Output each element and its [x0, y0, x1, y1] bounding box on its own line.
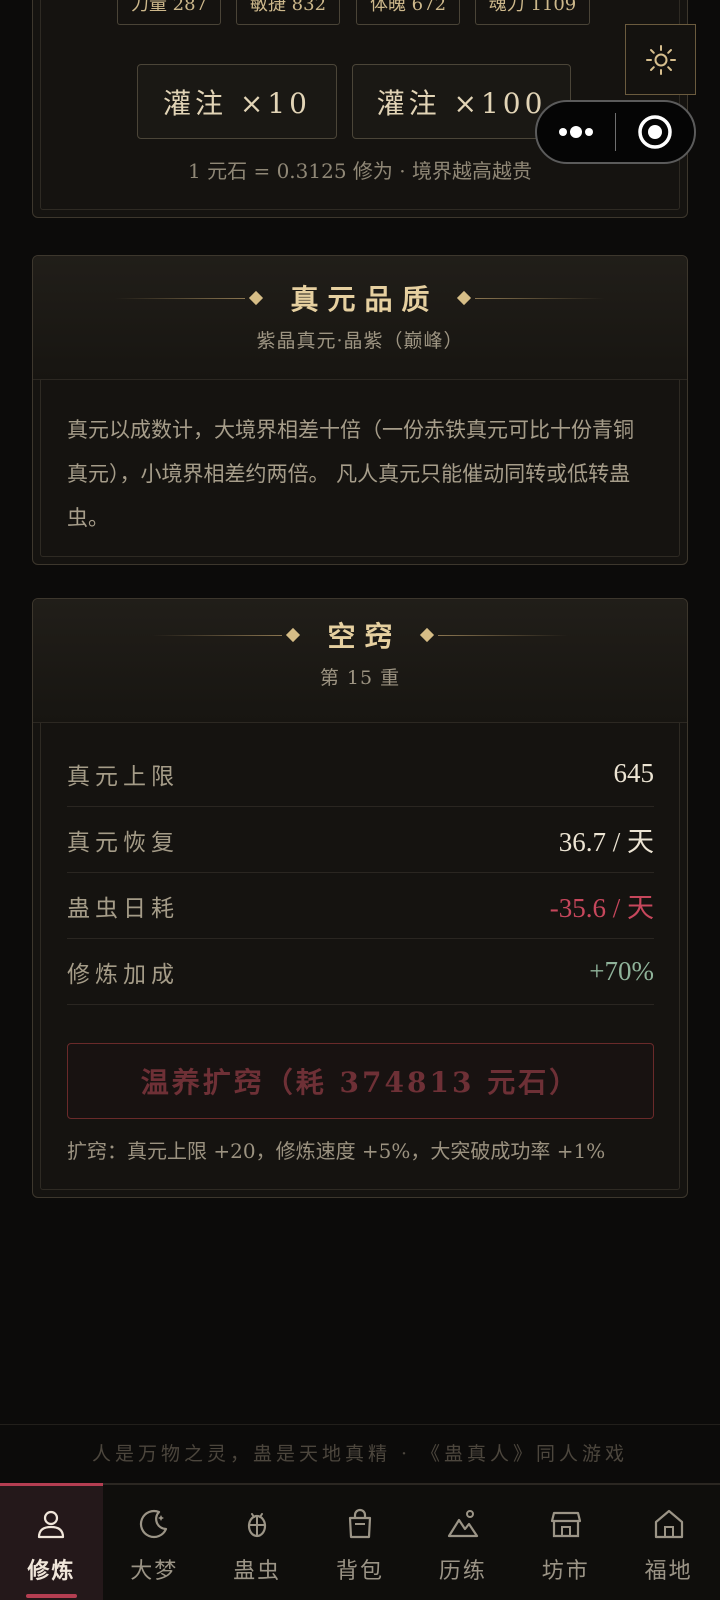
stat-row-gu-daily-cost: 蛊虫日耗 -35.6 / 天: [67, 873, 654, 939]
tab-label: 大梦: [130, 1559, 179, 1584]
pour-10-button[interactable]: 灌注 ×10: [137, 64, 337, 139]
tab-market[interactable]: 坊市: [514, 1485, 617, 1600]
mountain-icon: [447, 1510, 478, 1538]
diamond-icon: [419, 627, 434, 643]
tab-label: 蛊虫: [233, 1559, 282, 1584]
tab-training[interactable]: 历练: [411, 1485, 514, 1600]
card-header: 真元品质 紫晶真元·晶紫（巅峰）: [33, 256, 687, 380]
target-close-icon: [638, 115, 672, 149]
tab-label: 历练: [438, 1559, 487, 1584]
stat-value: -35.6 / 天: [549, 893, 654, 923]
diamond-icon: [249, 290, 264, 306]
tab-gu[interactable]: 蛊虫: [206, 1485, 309, 1600]
stat-value: +70%: [589, 956, 654, 986]
shop-icon: [550, 1511, 581, 1538]
expand-aperture-button[interactable]: 温养扩窍（耗 374813 元石）: [67, 1043, 654, 1119]
card-subtitle: 第 15 重: [319, 667, 401, 689]
card-title: 真元品质: [290, 283, 439, 316]
stat-row-max-zhenyuan: 真元上限 645: [67, 741, 654, 807]
ornament-line: [474, 297, 605, 299]
stat-row-recovery: 真元恢复 36.7 / 天: [67, 807, 654, 873]
stat-value: 36.7 / 天: [558, 827, 654, 857]
card-subtitle: 紫晶真元·晶紫（巅峰）: [256, 330, 464, 352]
person-icon: [38, 1510, 65, 1539]
card-title: 空窍: [327, 620, 402, 653]
tab-label: 坊市: [541, 1559, 590, 1584]
stat-soul: 魂力 1109: [475, 0, 590, 25]
stat-label: 蛊虫日耗: [67, 895, 179, 922]
moon-icon: [140, 1509, 168, 1539]
ornament-line: [152, 634, 283, 636]
diamond-icon: [286, 627, 301, 643]
aperture-card: 空窍 第 15 重 真元上限 645 真元恢复 36.7 / 天 蛊虫日耗 -3…: [32, 598, 688, 1198]
ornament-line: [437, 634, 568, 636]
bottom-tab-bar: 修炼 大梦 蛊虫 背包 历练 坊市 福地: [0, 1483, 720, 1600]
stat-label: 真元上限: [67, 763, 179, 790]
stat-label: 修炼加成: [67, 961, 179, 988]
more-icon: [559, 126, 593, 138]
title-row: 真元品质: [33, 278, 687, 318]
tab-label: 福地: [644, 1559, 693, 1584]
tab-blessed-land[interactable]: 福地: [617, 1485, 720, 1600]
home-icon: [654, 1509, 683, 1539]
sun-settings-icon: [645, 44, 676, 75]
stat-strength: 力量 287: [117, 0, 221, 25]
stat-label: 真元恢复: [67, 829, 179, 856]
expand-aperture-note: 扩窍：真元上限 +20，修炼速度 +5%，大突破成功率 +1%: [67, 1139, 606, 1163]
settings-button[interactable]: [625, 24, 696, 95]
title-row: 空窍: [33, 615, 687, 655]
mini-program-capsule: [535, 100, 696, 164]
stat-value: 645: [613, 758, 655, 788]
card-header: 空窍 第 15 重: [33, 599, 687, 723]
zhenyuan-quality-card: 真元品质 紫晶真元·晶紫（巅峰） 真元以成数计，大境界相差十倍（一份赤铁真元可比…: [32, 255, 688, 565]
stat-row-cultivation-bonus: 修炼加成 +70%: [67, 939, 654, 1005]
capsule-close-button[interactable]: [616, 102, 694, 162]
capsule-more-button[interactable]: [537, 102, 615, 162]
tab-label: 背包: [336, 1559, 385, 1584]
tab-label: 修炼: [27, 1558, 76, 1584]
diamond-icon: [456, 290, 471, 306]
tab-backpack[interactable]: 背包: [309, 1485, 412, 1600]
stat-agility: 敏捷 832: [236, 0, 340, 25]
bug-icon: [248, 1513, 267, 1538]
footer-slogan: 人是万物之灵，蛊是天地真精 · 《蛊真人》同人游戏: [0, 1424, 720, 1484]
tab-dream[interactable]: 大梦: [103, 1485, 206, 1600]
stat-physique: 体魄 672: [356, 0, 460, 25]
ornament-line: [115, 297, 246, 299]
bag-icon: [348, 1508, 372, 1539]
quality-description: 真元以成数计，大境界相差十倍（一份赤铁真元可比十份青铜真元），小境界相差约两倍。…: [67, 418, 634, 530]
tab-cultivate[interactable]: 修炼: [0, 1483, 103, 1600]
